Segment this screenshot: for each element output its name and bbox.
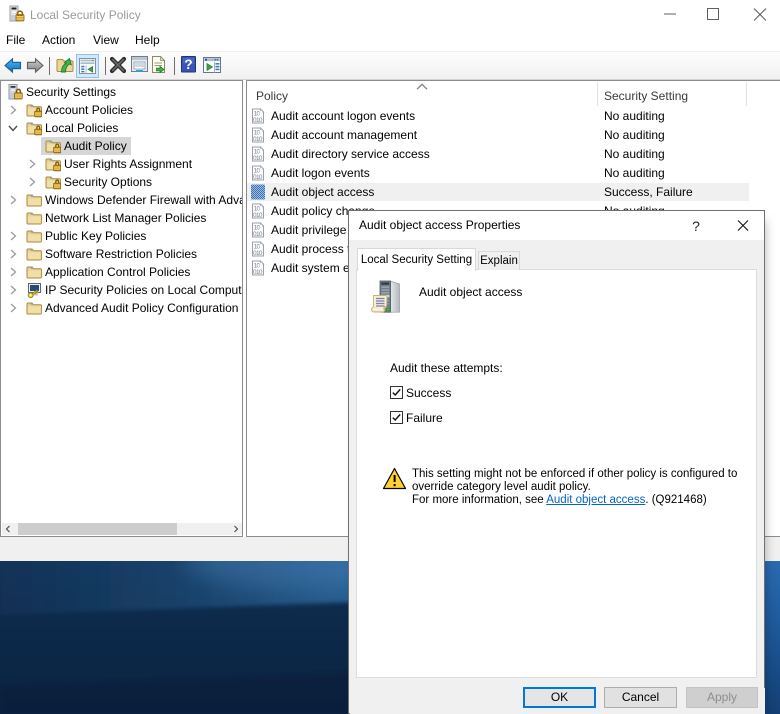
svg-text:?: ? — [184, 57, 192, 72]
